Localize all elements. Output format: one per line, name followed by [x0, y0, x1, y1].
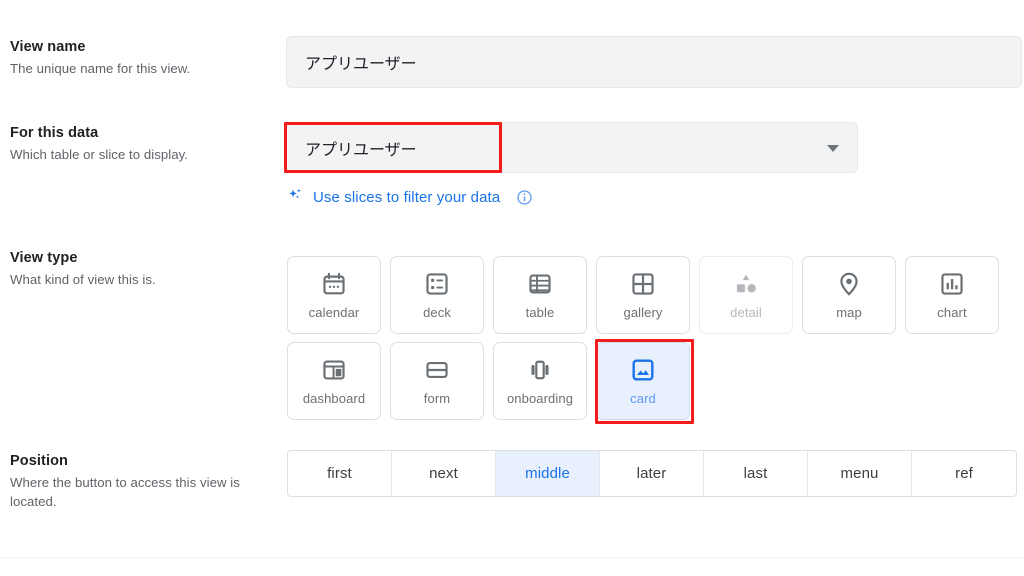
view-name-title: View name [10, 39, 86, 55]
form-icon [426, 361, 448, 378]
view-type-tile-table[interactable]: table [493, 256, 587, 334]
for-this-data-title: For this data [10, 125, 99, 141]
onboarding-icon [531, 360, 549, 379]
position-option-next[interactable]: next [392, 451, 496, 496]
view-type-tile-map[interactable]: map [802, 256, 896, 334]
position-subtitle: Where the button to access this view is … [10, 475, 240, 509]
view-type-tile-gallery[interactable]: gallery [596, 256, 690, 334]
view-type-tile-detail: detail [699, 256, 793, 334]
view-type-tile-dashboard[interactable]: dashboard [287, 342, 381, 420]
map-pin-icon [840, 272, 858, 296]
view-type-tile-label: table [525, 304, 555, 320]
chart-icon [941, 272, 963, 295]
view-name-subtitle: The unique name for this view. [10, 61, 191, 76]
position-option-label: last [743, 465, 768, 482]
info-circle-icon[interactable] [516, 189, 533, 206]
view-type-tile-label: onboarding [506, 390, 574, 406]
position-option-label: later [636, 465, 667, 482]
view-type-tile-label: dashboard [302, 390, 366, 406]
view-type-tile-label: calendar [308, 304, 360, 320]
position-option-ref[interactable]: ref [912, 451, 1016, 496]
view-type-row-2: dashboard form onboarding card [287, 342, 690, 420]
view-type-tile-label: gallery [623, 304, 663, 320]
view-settings-panel: View name The unique name for this view.… [0, 0, 1024, 576]
position-option-label: first [327, 465, 352, 482]
gallery-icon [632, 272, 654, 295]
detail-icon [736, 274, 756, 292]
use-slices-link[interactable]: Use slices to filter your data [286, 186, 533, 208]
deck-icon [426, 272, 448, 295]
view-type-subtitle: What kind of view this is. [10, 272, 156, 287]
table-icon [529, 273, 551, 294]
for-this-data-label-group: For this data Which table or slice to di… [10, 124, 272, 164]
card-image-icon [632, 358, 654, 381]
use-slices-link-label: Use slices to filter your data [313, 188, 501, 206]
position-label-group: Position Where the button to access this… [10, 452, 272, 511]
position-title: Position [10, 453, 68, 469]
for-this-data-subtitle: Which table or slice to display. [10, 147, 188, 162]
view-type-title: View type [10, 250, 78, 266]
position-option-label: menu [840, 465, 879, 482]
view-type-tile-chart[interactable]: chart [905, 256, 999, 334]
position-option-label: next [429, 465, 458, 482]
view-type-tile-label: form [423, 390, 451, 406]
view-type-tile-onboarding[interactable]: onboarding [493, 342, 587, 420]
view-type-label-group: View type What kind of view this is. [10, 249, 272, 289]
view-type-tile-label: card [630, 390, 656, 406]
position-option-first[interactable]: first [288, 451, 392, 496]
position-option-last[interactable]: last [704, 451, 808, 496]
sparkle-icon [289, 188, 301, 199]
view-type-tile-label: detail [730, 304, 762, 320]
position-segmented-control[interactable]: first next middle later last menu ref [287, 450, 1017, 497]
section-divider [0, 557, 1024, 558]
view-type-tile-label: map [836, 304, 862, 320]
position-option-label: ref [955, 465, 973, 482]
for-this-data-select[interactable]: アプリユーザー [286, 122, 858, 173]
view-name-input-value: アプリユーザー [305, 56, 417, 73]
view-type-tile-form[interactable]: form [390, 342, 484, 420]
position-option-later[interactable]: later [600, 451, 704, 496]
view-type-tile-label: deck [423, 304, 451, 320]
position-option-middle[interactable]: middle [496, 451, 600, 496]
view-type-tile-calendar[interactable]: calendar [287, 256, 381, 334]
view-name-label-group: View name The unique name for this view. [10, 38, 272, 78]
view-type-tile-deck[interactable]: deck [390, 256, 484, 334]
chevron-down-icon [827, 144, 839, 152]
dashboard-icon [323, 359, 345, 380]
view-type-row-1: calendar deck table gallery detail map chart [287, 256, 999, 334]
for-this-data-selected-value: アプリユーザー [305, 141, 417, 159]
view-name-input[interactable]: アプリユーザー [286, 36, 1022, 88]
view-type-tile-card[interactable]: card [596, 342, 690, 420]
view-type-tile-label: chart [937, 304, 967, 320]
position-option-label: middle [525, 465, 570, 482]
calendar-icon [323, 272, 345, 294]
position-option-menu[interactable]: menu [808, 451, 912, 496]
